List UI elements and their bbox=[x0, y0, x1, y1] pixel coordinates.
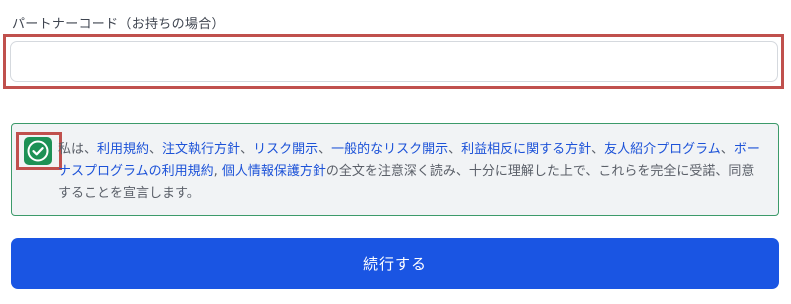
conflict-of-interest-policy-link[interactable]: 利益相反に関する方針 bbox=[461, 142, 591, 157]
separator: 、 bbox=[240, 142, 254, 157]
privacy-policy-link[interactable]: 個人情報保護方針 bbox=[222, 164, 326, 179]
risk-disclosure-link[interactable]: リスク開示 bbox=[253, 142, 318, 157]
checkmark-circle-icon bbox=[27, 140, 49, 162]
continue-button[interactable]: 続行する bbox=[11, 238, 779, 289]
partner-code-form: パートナーコード（お持ちの場合） 私は、利用規約、注文執行方針、リスク開示、一般… bbox=[0, 0, 791, 304]
order-execution-policy-link[interactable]: 注文執行方針 bbox=[162, 142, 240, 157]
consent-checkbox[interactable] bbox=[24, 137, 52, 165]
partner-code-input[interactable] bbox=[10, 41, 778, 82]
separator: , bbox=[213, 164, 222, 179]
referral-program-link[interactable]: 友人紹介プログラム bbox=[604, 142, 721, 157]
terms-of-use-link[interactable]: 利用規約 bbox=[97, 142, 149, 157]
consent-statement: 私は、利用規約、注文執行方針、リスク開示、一般的なリスク開示、利益相反に関する方… bbox=[58, 139, 764, 205]
consent-prefix: 私は、 bbox=[58, 142, 98, 157]
separator: 、 bbox=[149, 142, 163, 157]
general-risk-disclosure-link[interactable]: 一般的なリスク開示 bbox=[331, 142, 448, 157]
separator: 、 bbox=[591, 142, 605, 157]
separator: 、 bbox=[318, 142, 332, 157]
separator: 、 bbox=[448, 142, 462, 157]
partner-code-label: パートナーコード（お持ちの場合） bbox=[12, 17, 225, 32]
separator: 、 bbox=[720, 142, 734, 157]
